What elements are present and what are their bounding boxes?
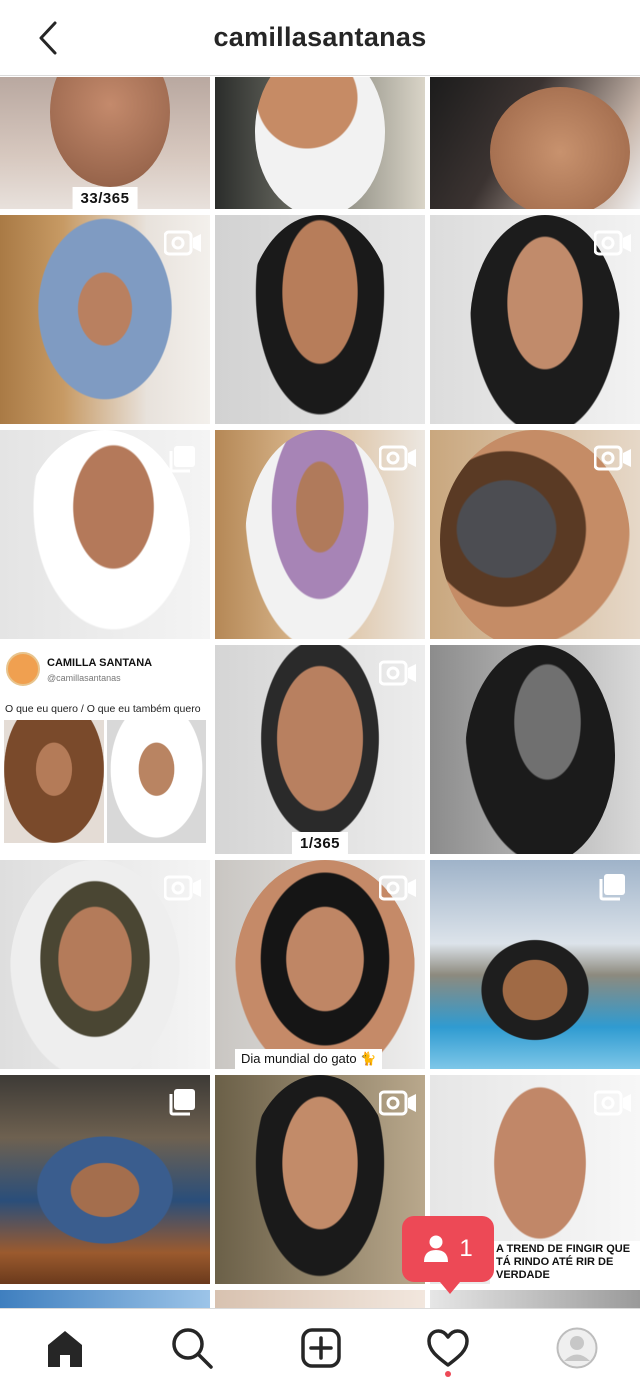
post-photo	[50, 77, 170, 187]
tab-profile[interactable]	[552, 1323, 602, 1373]
tweet-photo-short	[107, 720, 206, 843]
post-photo	[465, 645, 615, 854]
post-tile[interactable]	[430, 1290, 640, 1310]
post-tile[interactable]	[215, 1290, 425, 1310]
activity-indicator-dot	[445, 1371, 451, 1377]
notification-count: 1	[459, 1235, 473, 1262]
igtv-icon	[164, 230, 201, 256]
chevron-left-icon	[39, 21, 57, 55]
post-tile[interactable]	[430, 645, 640, 854]
post-tile[interactable]	[430, 77, 640, 209]
tab-home[interactable]	[40, 1323, 90, 1373]
search-icon	[172, 1328, 213, 1369]
profile-avatar	[556, 1327, 598, 1369]
post-photo	[20, 430, 190, 639]
activity-heart-icon	[427, 1329, 469, 1367]
igtv-icon	[379, 1090, 416, 1116]
tweet-photo-curly	[4, 720, 104, 843]
post-photo	[10, 1115, 200, 1265]
profile-feed-screen: camillasantanas 33/365 CAMILLA SANTANA @…	[0, 0, 640, 1386]
post-tile[interactable]: 33/365	[0, 77, 210, 209]
bottom-tab-bar	[0, 1308, 640, 1386]
home-icon	[48, 1331, 82, 1367]
post-tile[interactable]	[215, 215, 425, 424]
tweet-author-handle: @camillasantanas	[47, 673, 121, 683]
day-counter-badge: 1/365	[291, 832, 349, 854]
post-photo	[490, 87, 630, 209]
igtv-icon	[379, 445, 416, 471]
tweet-author-name: CAMILLA SANTANA	[47, 657, 153, 669]
person-icon	[424, 1235, 449, 1262]
tweet-text: O que eu quero / O que eu também quero	[5, 703, 201, 715]
igtv-icon	[594, 445, 631, 471]
post-photo	[245, 215, 395, 424]
tab-new-post[interactable]	[296, 1323, 346, 1373]
tab-search[interactable]	[167, 1323, 217, 1373]
tweet-avatar	[6, 652, 40, 686]
post-photo	[245, 1075, 395, 1284]
post-caption-overlay: Dia mundial do gato 🐈	[235, 1049, 383, 1069]
post-tile[interactable]	[215, 77, 425, 209]
tab-activity[interactable]	[423, 1323, 473, 1373]
back-button[interactable]	[30, 20, 66, 56]
igtv-icon	[379, 660, 416, 686]
post-photo	[460, 920, 610, 1060]
igtv-icon	[379, 875, 416, 901]
post-photo	[10, 860, 180, 1069]
day-counter-badge: 33/365	[72, 187, 138, 209]
carousel-icon	[169, 1089, 195, 1116]
post-photo	[255, 77, 385, 209]
profile-username-title: camillasantanas	[213, 22, 427, 52]
igtv-icon	[164, 875, 201, 901]
igtv-icon	[594, 230, 631, 256]
post-photo	[245, 430, 395, 639]
new-post-icon	[301, 1328, 341, 1368]
igtv-icon	[594, 1090, 631, 1116]
post-photo	[245, 645, 395, 854]
post-tile[interactable]	[0, 1290, 210, 1310]
carousel-icon	[169, 446, 195, 473]
post-tile-tweet[interactable]: CAMILLA SANTANA @camillasantanas O que e…	[0, 645, 210, 854]
top-header: camillasantanas	[0, 0, 640, 76]
carousel-icon	[599, 874, 625, 901]
post-caption-overlay: A TREND DE FINGIR QUE TÁ RINDO ATÉ RIR D…	[490, 1241, 640, 1284]
follower-notification-bubble[interactable]: 1	[402, 1216, 494, 1294]
